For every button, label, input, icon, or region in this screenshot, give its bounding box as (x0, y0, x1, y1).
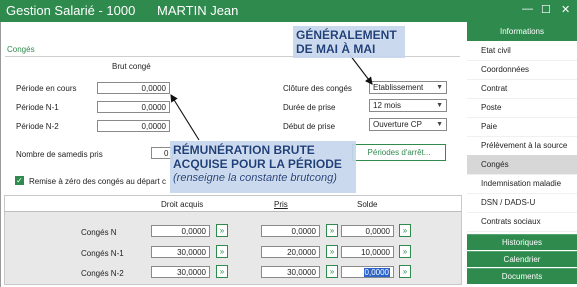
annotation-remuneration: RÉMUNÉRATION BRUTE ACQUISE POUR LA PÉRIO… (170, 141, 356, 193)
annotation-top-line2: DE MAI À MAI (296, 42, 376, 56)
annotation-top-line1: GÉNÉRALEMENT (296, 28, 397, 42)
annotation-bottom-line1: RÉMUNÉRATION BRUTE (173, 143, 315, 157)
annotation-bottom-note: (renseigne la constante brutcong) (173, 172, 337, 184)
arrow-to-cloture (349, 54, 373, 85)
arrow-to-brut-input (170, 94, 200, 141)
annotation-periode-mai: GÉNÉRALEMENT DE MAI À MAI (293, 26, 405, 58)
annotation-bottom-line2: ACQUISE POUR LA PÉRIODE (173, 157, 342, 171)
